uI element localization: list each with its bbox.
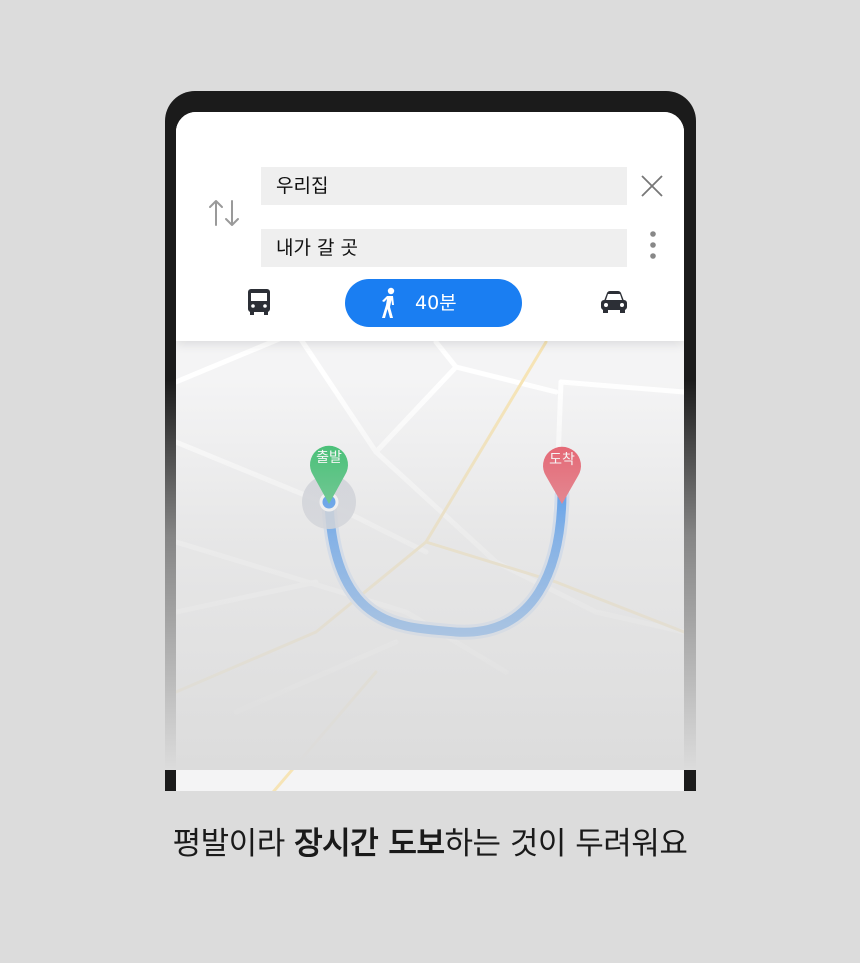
route-search-panel: 우리집 내가 갈 곳 40분 (176, 112, 684, 341)
start-marker-label: 출발 (316, 450, 342, 466)
phone-frame: 출발 도착 우리집 내가 갈 곳 40분 (165, 91, 696, 791)
end-marker-label: 도착 (549, 452, 575, 468)
swap-arrows-icon[interactable] (206, 195, 242, 231)
destination-field[interactable]: 내가 갈 곳 (261, 229, 627, 267)
close-icon[interactable] (639, 173, 665, 199)
caption-bold: 장시간 도보 (294, 826, 445, 862)
more-vertical-icon[interactable] (646, 230, 660, 262)
caption-part1: 평발이라 (172, 826, 295, 862)
walk-time-label: 40분 (415, 292, 457, 314)
phone-screen: 출발 도착 우리집 내가 갈 곳 40분 (176, 112, 684, 791)
bus-icon[interactable] (245, 288, 273, 316)
walk-mode-button[interactable]: 40분 (345, 279, 522, 327)
car-icon[interactable] (599, 288, 629, 316)
origin-field[interactable]: 우리집 (261, 167, 627, 205)
walk-icon (382, 287, 395, 318)
caption-text: 평발이라 장시간 도보하는 것이 두려워요 (0, 818, 860, 863)
caption-part2: 하는 것이 두려워요 (444, 826, 688, 862)
